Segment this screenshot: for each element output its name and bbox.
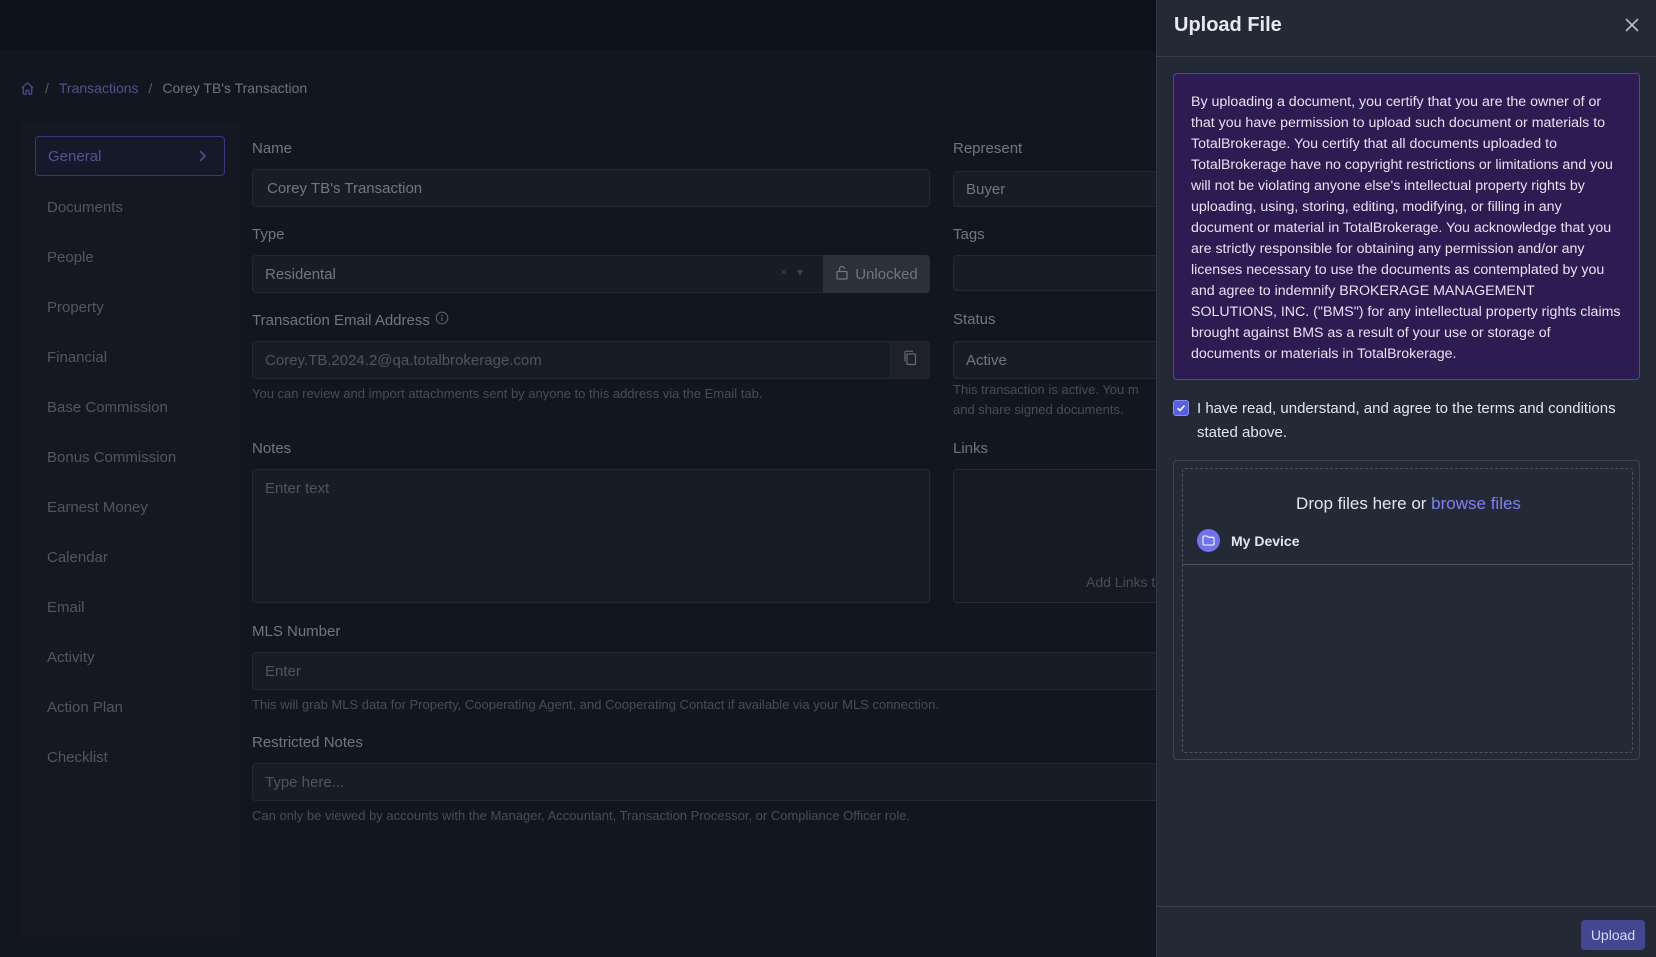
copyright-notice: By uploading a document, you certify tha… bbox=[1173, 73, 1640, 380]
mls-number-input[interactable]: Enter bbox=[252, 652, 1172, 690]
email-label-row: Transaction Email Address bbox=[252, 311, 449, 329]
sidebar: General Documents People Property Financ… bbox=[20, 122, 241, 937]
sidebar-item-people[interactable]: People bbox=[35, 237, 225, 277]
sidebar-item-general[interactable]: General bbox=[35, 136, 225, 176]
restricted-notes-help-text: Can only be viewed by accounts with the … bbox=[252, 808, 911, 823]
sidebar-item-label: Property bbox=[47, 298, 104, 316]
type-select[interactable]: Residental bbox=[252, 255, 824, 293]
name-input[interactable]: Corey TB's Transaction bbox=[252, 169, 930, 207]
close-icon[interactable] bbox=[1623, 16, 1641, 39]
breadcrumb-current: Corey TB's Transaction bbox=[162, 80, 308, 96]
file-dropzone[interactable]: Drop files here or browse files My Devic… bbox=[1182, 468, 1633, 753]
sidebar-item-label: General bbox=[48, 147, 102, 165]
tags-label: Tags bbox=[953, 226, 985, 243]
notes-textarea[interactable]: Enter text bbox=[252, 469, 930, 603]
email-help-text: You can review and import attachments se… bbox=[252, 386, 763, 401]
represent-label: Represent bbox=[953, 140, 1023, 157]
add-links-text[interactable]: Add Links t bbox=[1086, 574, 1155, 590]
unlock-toggle-button[interactable]: Unlocked bbox=[823, 255, 930, 293]
email-label: Transaction Email Address bbox=[252, 311, 430, 329]
status-label: Status bbox=[953, 311, 996, 328]
sidebar-item-email[interactable]: Email bbox=[35, 587, 225, 627]
copy-icon bbox=[903, 350, 917, 371]
mls-label: MLS Number bbox=[252, 623, 341, 640]
mls-help-text: This will grab MLS data for Property, Co… bbox=[252, 697, 939, 712]
browse-files-link[interactable]: browse files bbox=[1431, 494, 1521, 513]
sidebar-item-label: Checklist bbox=[47, 748, 108, 766]
sidebar-item-label: Activity bbox=[47, 648, 95, 666]
upload-dropzone-container: Drop files here or browse files My Devic… bbox=[1173, 460, 1640, 760]
drawer-header-divider bbox=[1157, 56, 1656, 57]
sidebar-item-label: Earnest Money bbox=[47, 498, 148, 516]
sidebar-item-checklist[interactable]: Checklist bbox=[35, 737, 225, 777]
notes-label: Notes bbox=[252, 440, 292, 457]
links-label: Links bbox=[953, 440, 989, 457]
lock-icon bbox=[835, 265, 849, 284]
sidebar-item-earnest-money[interactable]: Earnest Money bbox=[35, 487, 225, 527]
status-help-text-line1: This transaction is active. You m bbox=[953, 382, 1139, 397]
source-my-device[interactable]: My Device bbox=[1197, 529, 1299, 552]
sidebar-item-action-plan[interactable]: Action Plan bbox=[35, 687, 225, 727]
breadcrumb-separator: / bbox=[148, 80, 153, 96]
agree-terms-label: I have read, understand, and agree to th… bbox=[1197, 400, 1616, 441]
type-select-indicators: × ▾ bbox=[780, 265, 803, 279]
drop-instructions: Drop files here or browse files bbox=[1183, 494, 1634, 514]
name-label: Name bbox=[252, 140, 293, 157]
breadcrumb: / Transactions / Corey TB's Transaction bbox=[20, 80, 307, 96]
sidebar-item-label: People bbox=[47, 248, 94, 266]
copy-email-button[interactable] bbox=[890, 341, 930, 379]
restricted-notes-label: Restricted Notes bbox=[252, 734, 363, 751]
unlock-toggle-label: Unlocked bbox=[855, 265, 918, 283]
folder-icon bbox=[1197, 529, 1220, 552]
tags-input[interactable] bbox=[953, 255, 1173, 291]
drop-text: Drop files here or bbox=[1296, 494, 1427, 513]
status-select[interactable]: Active bbox=[953, 341, 1173, 379]
source-label: My Device bbox=[1231, 532, 1300, 549]
represent-select[interactable]: Buyer bbox=[953, 171, 1173, 207]
transaction-email-field[interactable]: Corey.TB.2024.2@qa.totalbrokerage.com bbox=[252, 341, 891, 379]
sidebar-item-base-commission[interactable]: Base Commission bbox=[35, 387, 225, 427]
status-help-text-line2: and share signed documents. bbox=[953, 402, 1124, 417]
home-icon[interactable] bbox=[20, 81, 35, 96]
sidebar-item-label: Financial bbox=[47, 348, 108, 366]
sidebar-item-financial[interactable]: Financial bbox=[35, 337, 225, 377]
agree-terms-checkbox[interactable] bbox=[1173, 400, 1189, 416]
chevron-down-icon[interactable]: ▾ bbox=[797, 265, 803, 279]
breadcrumb-transactions[interactable]: Transactions bbox=[59, 80, 139, 96]
type-label: Type bbox=[252, 226, 285, 243]
source-divider bbox=[1183, 564, 1632, 565]
chevron-right-icon bbox=[194, 148, 210, 168]
info-icon[interactable] bbox=[435, 311, 449, 329]
drawer-footer-divider bbox=[1157, 906, 1656, 907]
breadcrumb-separator: / bbox=[45, 80, 49, 96]
sidebar-item-label: Base Commission bbox=[47, 398, 168, 416]
sidebar-item-label: Documents bbox=[47, 198, 123, 216]
sidebar-item-documents[interactable]: Documents bbox=[35, 187, 225, 227]
sidebar-item-property[interactable]: Property bbox=[35, 287, 225, 327]
sidebar-item-label: Bonus Commission bbox=[47, 448, 177, 466]
sidebar-item-label: Action Plan bbox=[47, 698, 123, 716]
restricted-notes-input[interactable]: Type here... bbox=[252, 763, 1172, 801]
drawer-title: Upload File bbox=[1174, 14, 1282, 36]
clear-icon[interactable]: × bbox=[780, 265, 787, 279]
sidebar-item-activity[interactable]: Activity bbox=[35, 637, 225, 677]
agree-terms-row[interactable]: I have read, understand, and agree to th… bbox=[1173, 397, 1633, 445]
upload-button[interactable]: Upload bbox=[1581, 920, 1645, 950]
sidebar-item-label: Calendar bbox=[47, 548, 108, 566]
upload-file-drawer: Upload File By uploading a document, you… bbox=[1156, 0, 1656, 957]
sidebar-item-calendar[interactable]: Calendar bbox=[35, 537, 225, 577]
sidebar-item-label: Email bbox=[47, 598, 85, 616]
sidebar-item-bonus-commission[interactable]: Bonus Commission bbox=[35, 437, 225, 477]
